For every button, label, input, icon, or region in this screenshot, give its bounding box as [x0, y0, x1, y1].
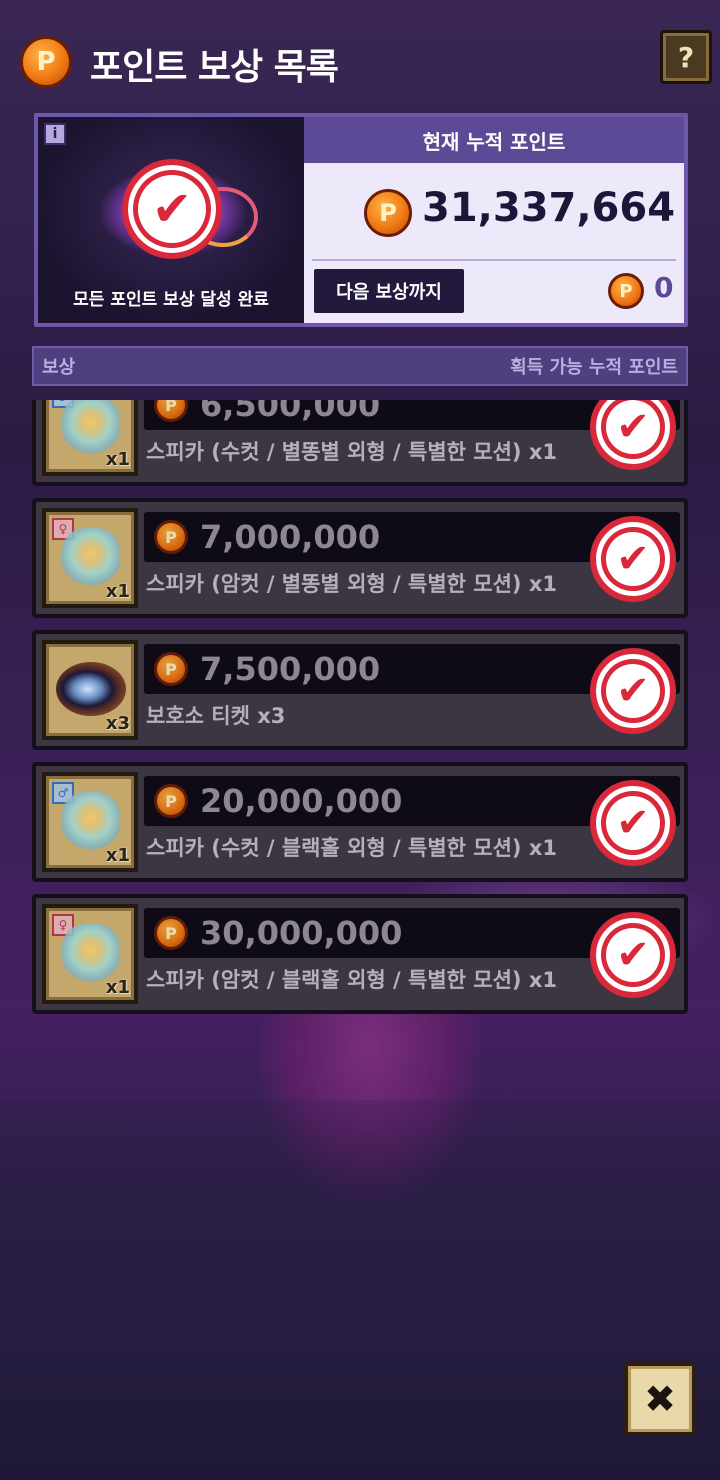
close-icon: ✖ [644, 1377, 676, 1421]
current-points-box: 현재 누적 포인트 P 31,337,664 다음 보상까지 P 0 [304, 117, 684, 323]
claimed-check-icon: ✔ [590, 780, 676, 866]
info-icon[interactable]: i [44, 123, 66, 145]
reward-name: 스피카 (수컷 / 블랙홀 외형 / 특별한 모션) x1 [146, 836, 557, 860]
reward-row[interactable]: ♀ x1 P 7,000,000 스피카 (암컷 / 별똥별 외형 / 특별한 … [32, 498, 688, 618]
point-coin-icon: P [154, 652, 188, 686]
reward-preview: i ✔ 모든 포인트 보상 달성 완료 [38, 117, 304, 323]
ticket-sprite [56, 662, 126, 716]
claimed-check-icon: ✔ [590, 648, 676, 734]
reward-row[interactable]: x3 P 7,500,000 보호소 티켓 x3 ✔ [32, 630, 688, 750]
header: P 포인트 보상 목록 ? [0, 0, 720, 110]
reward-thumbnail: ♀ x1 [42, 904, 138, 1004]
claimed-check-icon: ✔ [590, 912, 676, 998]
close-button[interactable]: ✖ [624, 1362, 696, 1436]
spica-sprite [62, 400, 120, 454]
spica-sprite [62, 792, 120, 850]
reward-thumbnail: ♀ x1 [42, 508, 138, 608]
page-title: 포인트 보상 목록 [90, 47, 339, 88]
spica-sprite [62, 924, 120, 982]
reward-thumbnail: x3 [42, 640, 138, 740]
required-points: 30,000,000 [200, 914, 403, 952]
claimed-check-icon: ✔ [590, 400, 676, 470]
point-coin-icon: P [20, 36, 72, 88]
reward-name: 스피카 (수컷 / 별똥별 외형 / 특별한 모션) x1 [146, 440, 557, 464]
reward-name: 스피카 (암컷 / 별똥별 외형 / 특별한 모션) x1 [146, 572, 557, 596]
reward-row[interactable]: ♀ x1 P 30,000,000 스피카 (암컷 / 블랙홀 외형 / 특별한… [32, 894, 688, 1014]
reward-quantity: x1 [105, 449, 130, 470]
required-points: 6,500,000 [200, 400, 381, 424]
next-reward-button[interactable]: 다음 보상까지 [314, 269, 464, 313]
reward-name: 보호소 티켓 x3 [146, 704, 286, 728]
reward-list[interactable]: ♂ x1 P 6,500,000 스피카 (수컷 / 별똥별 외형 / 특별한 … [0, 400, 720, 1020]
divider [312, 259, 676, 261]
point-coin-icon: P [154, 400, 188, 422]
required-points: 7,500,000 [200, 650, 381, 688]
point-coin-icon: P [154, 916, 188, 950]
reward-thumbnail: ♂ x1 [42, 400, 138, 476]
reward-quantity: x1 [105, 581, 130, 602]
next-reward-points: 0 [654, 271, 674, 304]
reward-quantity: x1 [105, 977, 130, 998]
column-reward: 보상 [42, 357, 76, 378]
current-points-value: 31,337,664 [422, 185, 676, 231]
reward-quantity: x3 [105, 713, 130, 734]
spica-sprite [62, 528, 120, 586]
required-points: 7,000,000 [200, 518, 381, 556]
reward-name: 스피카 (암컷 / 블랙홀 외형 / 특별한 모션) x1 [146, 968, 557, 992]
all-complete-label: 모든 포인트 보상 달성 완료 [73, 290, 269, 310]
required-points: 20,000,000 [200, 782, 403, 820]
claimed-check-icon: ✔ [590, 516, 676, 602]
complete-check-icon: ✔ [122, 159, 222, 259]
help-button[interactable]: ? [660, 30, 712, 84]
reward-thumbnail: ♂ x1 [42, 772, 138, 872]
point-coin-icon: P [608, 273, 644, 309]
point-coin-icon: P [154, 520, 188, 554]
column-points: 획득 가능 누적 포인트 [510, 357, 678, 378]
points-summary-panel: i ✔ 모든 포인트 보상 달성 완료 현재 누적 포인트 P 31,337,6… [34, 113, 688, 327]
reward-row[interactable]: ♂ x1 P 6,500,000 스피카 (수컷 / 별똥별 외형 / 특별한 … [32, 400, 688, 486]
current-points-heading: 현재 누적 포인트 [304, 117, 684, 163]
reward-row[interactable]: ♂ x1 P 20,000,000 스피카 (수컷 / 블랙홀 외형 / 특별한… [32, 762, 688, 882]
point-coin-icon: P [154, 784, 188, 818]
reward-table-header: 보상 획득 가능 누적 포인트 [32, 346, 688, 386]
point-coin-icon: P [364, 189, 412, 237]
reward-quantity: x1 [105, 845, 130, 866]
background-ground [0, 1100, 720, 1480]
